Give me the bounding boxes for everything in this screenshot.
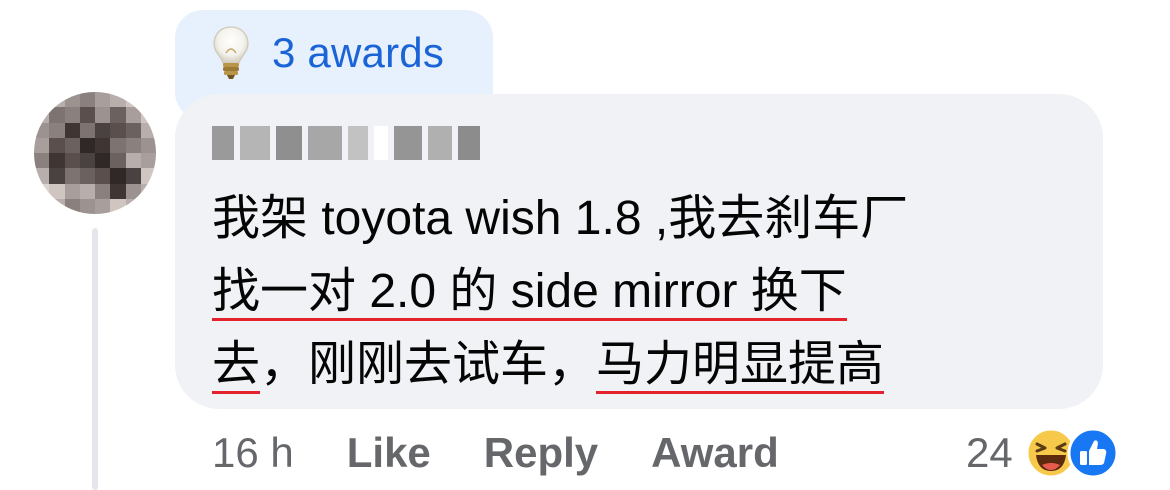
comment-text: 我架 toyota wish 1.8 ,我去刹车厂 找一对 2.0 的 side … xyxy=(212,182,1072,401)
comment-line: 找一对 2.0 的 side mirror 换下 xyxy=(212,255,1072,328)
comment-segment: 我架 toyota wish 1.8 ,我去刹车厂 xyxy=(212,192,909,245)
like-button[interactable]: Like xyxy=(347,429,431,477)
comment-line: 我架 toyota wish 1.8 ,我去刹车厂 xyxy=(212,182,1072,255)
underlined-text: 去 xyxy=(212,338,261,394)
comment-actions: 16 h Like Reply Award xyxy=(212,420,832,486)
reaction-count: 24 xyxy=(966,429,1013,476)
reaction-summary[interactable]: 24 xyxy=(966,420,1119,486)
awards-summary[interactable]: 3 awards xyxy=(212,22,444,84)
lightbulb-icon xyxy=(213,26,249,79)
comment-line: 去，刚刚去试车，马力明显提高 xyxy=(212,328,1072,401)
like-icon xyxy=(1067,427,1119,479)
reply-button[interactable]: Reply xyxy=(484,429,598,477)
award-button[interactable]: Award xyxy=(651,429,779,477)
awards-count-label: 3 awards xyxy=(272,29,445,76)
author-name-blurred[interactable] xyxy=(212,122,480,164)
timestamp[interactable]: 16 h xyxy=(212,429,294,477)
underlined-text: 马力明显提高 xyxy=(596,338,885,394)
comment-segment: ，刚刚去试车， xyxy=(260,338,597,391)
comment-canvas: 3 awards 我架 toyota wish 1.8 ,我去刹车厂 找一对 2.… xyxy=(0,0,1170,490)
thread-line xyxy=(92,228,98,490)
avatar[interactable] xyxy=(34,92,156,214)
underlined-text: 找一对 2.0 的 side mirror 换下 xyxy=(212,265,847,321)
